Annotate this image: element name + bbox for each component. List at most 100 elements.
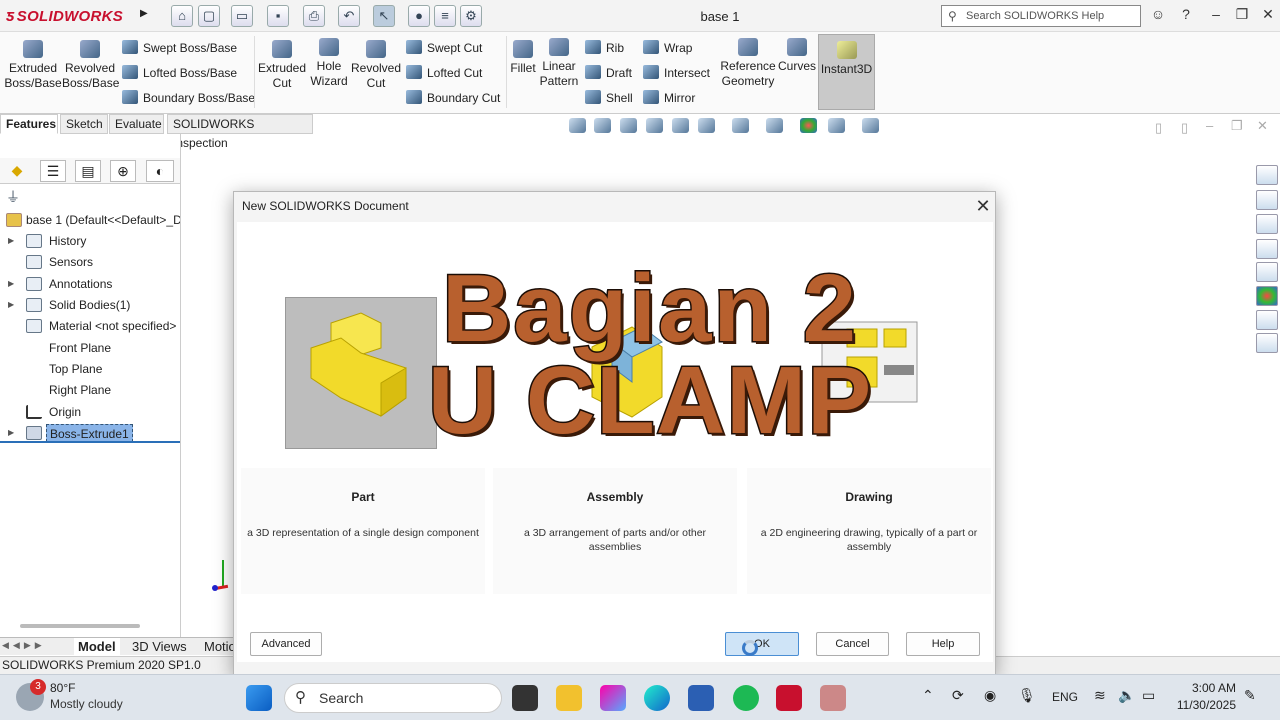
fillet-button[interactable]: Fillet bbox=[508, 40, 538, 76]
expand-arrow-icon[interactable]: ▶ bbox=[8, 295, 14, 315]
view-settings-icon[interactable] bbox=[862, 118, 879, 133]
dialog-close-icon[interactable]: ✕ bbox=[972, 195, 994, 217]
dynamic-annotation-icon[interactable] bbox=[672, 118, 689, 133]
help-icon[interactable]: ? bbox=[1176, 6, 1196, 26]
tray-expand-icon[interactable]: ⌃ bbox=[922, 687, 934, 704]
file-properties-icon[interactable]: ≡ bbox=[434, 5, 456, 27]
doc-minimize-button[interactable]: – bbox=[1206, 118, 1213, 133]
tab-model[interactable]: Model bbox=[74, 638, 120, 656]
ok-button[interactable]: OK bbox=[725, 632, 799, 656]
restore-button[interactable]: ❐ bbox=[1232, 6, 1252, 26]
custom-properties-icon[interactable] bbox=[1256, 310, 1278, 330]
solidworks-logo[interactable]: ƽ SOLIDWORKS bbox=[6, 6, 134, 28]
clock-time[interactable]: 3:00 AM bbox=[1168, 681, 1236, 695]
revolved-cut-button[interactable]: Revolved Cut bbox=[350, 40, 402, 91]
lofted-boss-button[interactable]: Lofted Boss/Base bbox=[122, 65, 237, 80]
task-view-icon[interactable] bbox=[512, 685, 538, 711]
property-manager-icon[interactable]: ☰ bbox=[40, 160, 66, 182]
wifi-icon[interactable]: ≋ bbox=[1094, 687, 1106, 704]
weather-temp[interactable]: 80°F bbox=[50, 681, 75, 695]
tree-item-top-plane[interactable]: Top Plane bbox=[0, 359, 180, 379]
close-button[interactable]: ✕ bbox=[1258, 6, 1278, 26]
start-windows-icon[interactable] bbox=[246, 685, 272, 711]
drawing-card[interactable]: Drawing a 2D engineering drawing, typica… bbox=[747, 468, 991, 594]
lofted-cut-button[interactable]: Lofted Cut bbox=[406, 65, 482, 80]
print-icon[interactable]: ⎙ bbox=[303, 5, 325, 27]
reference-geometry-button[interactable]: Reference Geometry bbox=[718, 38, 778, 89]
section-view-icon[interactable] bbox=[646, 118, 663, 133]
minimize-button[interactable]: – bbox=[1206, 6, 1226, 26]
instant3d-button[interactable]: Instant3D bbox=[818, 34, 875, 110]
tree-item-material[interactable]: Material <not specified> bbox=[0, 316, 180, 336]
store-icon[interactable] bbox=[688, 685, 714, 711]
solidworks-taskbar-icon[interactable] bbox=[776, 685, 802, 711]
zoom-to-fit-icon[interactable] bbox=[569, 118, 586, 133]
weather-description[interactable]: Mostly cloudy bbox=[50, 697, 123, 711]
tab-sketch[interactable]: Sketch bbox=[60, 114, 108, 134]
help-button[interactable]: Help bbox=[906, 632, 980, 656]
help-search-input[interactable]: ⚲ Search SOLIDWORKS Help bbox=[941, 5, 1141, 27]
file-explorer-taskbar-icon[interactable] bbox=[556, 685, 582, 711]
design-library-icon[interactable] bbox=[1256, 214, 1278, 234]
drawing-template-image[interactable] bbox=[792, 297, 942, 449]
tree-item-front-plane[interactable]: Front Plane bbox=[0, 338, 180, 358]
shell-button[interactable]: Shell bbox=[585, 90, 633, 105]
view-orientation-icon[interactable] bbox=[698, 118, 715, 133]
rebuild-icon[interactable]: ● bbox=[408, 5, 430, 27]
hole-wizard-button[interactable]: Hole Wizard bbox=[306, 38, 352, 89]
extruded-boss-button[interactable]: Extruded Boss/Base bbox=[4, 40, 62, 91]
volume-icon[interactable]: 🔈 bbox=[1118, 687, 1135, 704]
undo-icon[interactable]: ↶ bbox=[338, 5, 360, 27]
vpn-icon[interactable]: ◉ bbox=[984, 687, 996, 704]
dimxpert-icon[interactable]: ⊕ bbox=[110, 160, 136, 182]
notifications-icon[interactable]: ✎ bbox=[1244, 687, 1256, 704]
tree-item-boss-extrude1[interactable]: ▶ Boss-Extrude1 bbox=[0, 423, 180, 443]
part-card[interactable]: Part a 3D representation of a single des… bbox=[241, 468, 485, 594]
expand-arrow-icon[interactable]: ▶ bbox=[8, 423, 14, 441]
tab-features[interactable]: Features bbox=[0, 114, 58, 134]
part-template-image[interactable] bbox=[285, 297, 437, 449]
wrap-button[interactable]: Wrap bbox=[643, 40, 692, 55]
boundary-boss-button[interactable]: Boundary Boss/Base bbox=[122, 90, 255, 105]
view-palette-icon[interactable] bbox=[1256, 262, 1278, 282]
feature-manager-icon[interactable]: ◆ bbox=[4, 160, 30, 182]
user-account-icon[interactable]: ☺ bbox=[1148, 6, 1168, 26]
tab-solidworks-inspection[interactable]: SOLIDWORKS Inspection bbox=[167, 114, 313, 150]
spotify-icon[interactable] bbox=[733, 685, 759, 711]
horizontal-scrollbar[interactable] bbox=[20, 624, 140, 628]
draft-button[interactable]: Draft bbox=[585, 65, 632, 80]
home-icon[interactable]: ⌂ bbox=[171, 5, 193, 27]
expand-arrow-icon[interactable]: ▶ bbox=[8, 274, 14, 294]
scene-icon[interactable] bbox=[828, 118, 845, 133]
new-document-icon[interactable]: ▢ bbox=[198, 5, 220, 27]
select-icon[interactable]: ↖ bbox=[373, 5, 395, 27]
save-icon[interactable]: ▪ bbox=[267, 5, 289, 27]
clock-date[interactable]: 11/30/2025 bbox=[1160, 698, 1236, 712]
tab-3d-views[interactable]: 3D Views bbox=[128, 638, 191, 656]
file-explorer-icon[interactable] bbox=[1256, 239, 1278, 259]
assembly-template-image[interactable] bbox=[537, 297, 692, 449]
configuration-manager-icon[interactable]: ▤ bbox=[75, 160, 101, 182]
snipping-tool-icon[interactable] bbox=[820, 685, 846, 711]
extruded-cut-button[interactable]: Extruded Cut bbox=[256, 40, 308, 91]
curves-button[interactable]: Curves bbox=[778, 38, 816, 74]
rib-button[interactable]: Rib bbox=[585, 40, 624, 55]
intersect-button[interactable]: Intersect bbox=[643, 65, 710, 80]
forum-icon[interactable] bbox=[1256, 333, 1278, 353]
solidworks-resources-icon[interactable] bbox=[1256, 165, 1278, 185]
appearances-icon[interactable] bbox=[1256, 286, 1278, 306]
menu-expand-icon[interactable]: ▶ bbox=[140, 8, 148, 19]
doc-close-button[interactable]: ✕ bbox=[1257, 118, 1268, 134]
copilot-icon[interactable] bbox=[600, 685, 626, 711]
previous-view-icon[interactable] bbox=[620, 118, 637, 133]
home-pane-icon[interactable] bbox=[1256, 190, 1278, 210]
expand-arrow-icon[interactable]: ▶ bbox=[8, 231, 14, 251]
language-indicator[interactable]: ENG bbox=[1052, 690, 1078, 704]
tab-evaluate[interactable]: Evaluate bbox=[109, 114, 164, 134]
appearance-icon[interactable] bbox=[800, 118, 817, 133]
battery-icon[interactable]: ▭ bbox=[1142, 687, 1155, 704]
advanced-button[interactable]: Advanced bbox=[250, 632, 322, 656]
display-manager-icon[interactable]: ◐ bbox=[146, 160, 174, 182]
swept-boss-button[interactable]: Swept Boss/Base bbox=[122, 40, 237, 55]
open-icon[interactable]: ▭ bbox=[231, 5, 253, 27]
